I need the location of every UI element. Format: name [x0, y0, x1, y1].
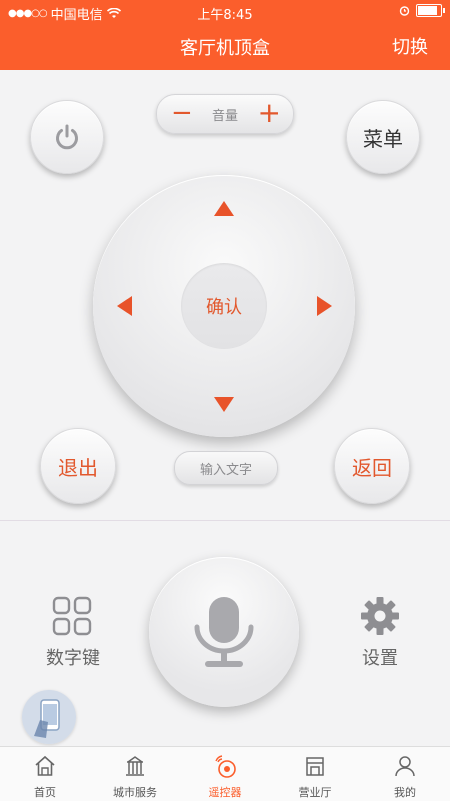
floating-phone-button[interactable] [22, 690, 76, 744]
home-icon [35, 755, 55, 776]
status-bar: ●●●○○ 中国电信 上午8:45 [0, 0, 450, 24]
microphone-icon [194, 597, 254, 667]
tab-label: 遥控器 [208, 786, 242, 799]
alarm-icon [399, 6, 410, 16]
direction-pad: 确认 [93, 175, 355, 437]
exit-button[interactable]: 退出 [40, 428, 116, 504]
switch-button[interactable]: 切换 [392, 33, 428, 59]
tab-label: 我的 [394, 786, 416, 799]
tab-remote[interactable]: 遥控器 [180, 747, 270, 801]
ok-button[interactable]: 确认 [181, 263, 267, 349]
battery-icon [416, 4, 445, 17]
remote-panel: − 音量 + 菜单 确认 退出 输入文字 返回 [0, 70, 450, 520]
power-icon [56, 124, 78, 150]
user-icon [395, 756, 415, 777]
tab-mine[interactable]: 我的 [360, 747, 450, 801]
right-arrow-button[interactable] [317, 296, 332, 316]
menu-button[interactable]: 菜单 [346, 100, 420, 174]
building-icon [126, 756, 144, 776]
settings-label: 设置 [362, 648, 398, 669]
text-input-button[interactable]: 输入文字 [174, 451, 278, 485]
page-title: 客厅机顶盒 [180, 38, 270, 59]
tab-service-hall[interactable]: 营业厅 [270, 747, 360, 801]
header-bar: ●●●○○ 中国电信 上午8:45 客厅机顶盒 切换 [0, 0, 450, 70]
power-button[interactable] [30, 100, 104, 174]
status-time: 上午8:45 [197, 8, 253, 23]
tab-city-services[interactable]: 城市服务 [90, 747, 180, 801]
volume-up-button[interactable]: + [258, 96, 281, 129]
back-button[interactable]: 返回 [334, 428, 410, 504]
tab-bar: 首页 城市服务 遥控器 营业厅 我的 [0, 746, 450, 801]
store-icon [306, 757, 324, 776]
gear-icon [361, 597, 399, 635]
left-arrow-button[interactable] [117, 296, 132, 316]
settings-button[interactable]: 设置 [345, 596, 415, 670]
voice-button[interactable] [149, 557, 299, 707]
tab-label: 首页 [34, 786, 56, 799]
up-arrow-button[interactable] [214, 201, 234, 216]
tab-label: 营业厅 [298, 786, 332, 799]
numpad-button[interactable]: 数字键 [38, 596, 108, 670]
phone-hand-icon [34, 699, 60, 738]
grid-icon [52, 596, 92, 636]
down-arrow-button[interactable] [214, 397, 234, 412]
tab-home[interactable]: 首页 [0, 747, 90, 801]
status-right [399, 4, 445, 17]
remote-icon [215, 755, 236, 778]
tab-label: 城市服务 [113, 786, 157, 799]
volume-control: − 音量 + [156, 94, 294, 134]
numpad-label: 数字键 [46, 648, 100, 669]
